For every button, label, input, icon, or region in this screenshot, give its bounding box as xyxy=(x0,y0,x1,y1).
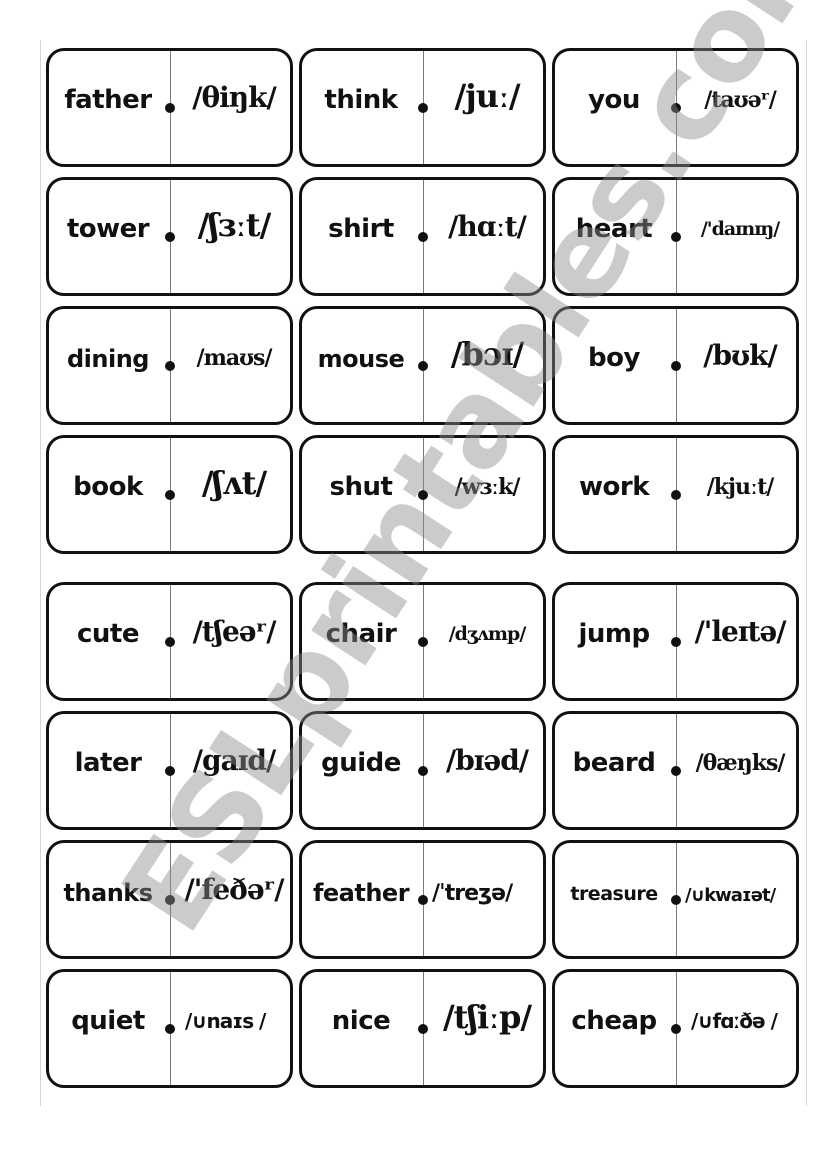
card-ipa: /'daɪnɪŋ/ xyxy=(700,218,780,240)
card-ipa: /ʃʌt/ xyxy=(201,464,267,502)
domino-card[interactable]: you/taʊəʳ/ xyxy=(552,48,799,167)
card-ipa: /bɪəd/ xyxy=(445,744,529,777)
card-word: cheap xyxy=(571,1006,657,1036)
card-ipa: /∪kwaɪət/ xyxy=(685,885,776,906)
domino-card[interactable]: cute/tʃeəʳ/ xyxy=(46,582,293,701)
domino-card[interactable]: think/juː/ xyxy=(299,48,546,167)
card-word: feather xyxy=(312,879,410,907)
domino-card[interactable]: book/ʃʌt/ xyxy=(46,435,293,554)
card-ipa: /ʃɜːt/ xyxy=(197,206,272,244)
card-ipa: /tʃiːp/ xyxy=(442,998,532,1036)
card-ipa: /tʃeəʳ/ xyxy=(192,615,277,648)
card-word: dining xyxy=(67,345,149,373)
card-word: quiet xyxy=(71,1006,145,1036)
domino-card[interactable]: later/gaɪd/ xyxy=(46,711,293,830)
card-word: nice xyxy=(331,1006,391,1036)
domino-card[interactable]: beard/θæŋks/ xyxy=(552,711,799,830)
domino-card[interactable]: guide/bɪəd/ xyxy=(299,711,546,830)
domino-card[interactable]: boy/bʊk/ xyxy=(552,306,799,425)
card-ipa: /dʒʌmp/ xyxy=(448,623,527,645)
domino-card[interactable]: quiet /∪naɪs / xyxy=(46,969,293,1088)
domino-panel-top: father/θiŋk/ think/juː/ you/taʊəʳ/ tower… xyxy=(46,48,800,554)
card-word: thanks xyxy=(63,879,153,907)
card-word: work xyxy=(579,472,650,502)
card-ipa: /ˈtreʒə/ xyxy=(432,881,513,906)
domino-card[interactable]: jump /'leɪtə/ xyxy=(552,582,799,701)
card-word: guide xyxy=(321,748,401,778)
card-ipa: /wɜːk/ xyxy=(454,474,521,500)
domino-card[interactable]: cheap /∪fɑːðə / xyxy=(552,969,799,1088)
card-ipa: /θæŋks/ xyxy=(695,750,786,776)
card-ipa: /θiŋk/ xyxy=(192,81,277,114)
domino-grid-top: father/θiŋk/ think/juː/ you/taʊəʳ/ tower… xyxy=(46,48,800,554)
domino-panel-bottom: cute/tʃeəʳ/ chair/dʒʌmp/ jump /'leɪtə/ la… xyxy=(46,582,800,1088)
domino-card[interactable]: tower/ʃɜːt/ xyxy=(46,177,293,296)
card-ipa: /juː/ xyxy=(454,77,520,115)
domino-card[interactable]: shut/wɜːk/ xyxy=(299,435,546,554)
domino-card[interactable]: feather/ˈtreʒə/ xyxy=(299,840,546,959)
card-ipa: /bʊk/ xyxy=(703,339,777,372)
domino-card[interactable]: heart /'daɪnɪŋ/ xyxy=(552,177,799,296)
card-word: shirt xyxy=(328,214,394,244)
page-edge-right xyxy=(806,40,807,1106)
card-word: boy xyxy=(588,343,640,373)
domino-card[interactable]: nice/tʃiːp/ xyxy=(299,969,546,1088)
domino-card[interactable]: treasure /∪kwaɪət/ xyxy=(552,840,799,959)
card-word: heart xyxy=(575,214,653,244)
card-ipa: /∪fɑːðə / xyxy=(691,1009,778,1033)
card-ipa: /'feðəʳ/ xyxy=(184,873,285,906)
card-ipa: /∪naɪs / xyxy=(185,1009,266,1033)
card-word: you xyxy=(588,85,640,115)
card-word: think xyxy=(324,85,398,115)
card-word: father xyxy=(64,85,152,115)
domino-card[interactable]: shirt/hɑːt/ xyxy=(299,177,546,296)
card-word: treasure xyxy=(570,883,658,905)
card-word: later xyxy=(74,748,142,778)
card-word: shut xyxy=(329,472,393,502)
card-word: book xyxy=(73,472,143,502)
domino-grid-bottom: cute/tʃeəʳ/ chair/dʒʌmp/ jump /'leɪtə/ la… xyxy=(46,582,800,1088)
card-ipa: /kjuːt/ xyxy=(706,474,775,500)
domino-card[interactable]: mouse/bɔɪ/ xyxy=(299,306,546,425)
domino-card[interactable]: father/θiŋk/ xyxy=(46,48,293,167)
domino-card[interactable]: chair/dʒʌmp/ xyxy=(299,582,546,701)
card-word: mouse xyxy=(317,345,405,373)
domino-card[interactable]: dining/maʊs/ xyxy=(46,306,293,425)
domino-card[interactable]: work/kjuːt/ xyxy=(552,435,799,554)
card-word: beard xyxy=(572,748,656,778)
card-ipa: /bɔɪ/ xyxy=(450,335,524,373)
card-ipa: /maʊs/ xyxy=(196,345,273,371)
card-ipa: /taʊəʳ/ xyxy=(704,87,777,113)
card-ipa: /gaɪd/ xyxy=(192,744,276,777)
card-word: chair xyxy=(325,619,397,649)
domino-card[interactable]: thanks /'feðəʳ/ xyxy=(46,840,293,959)
card-ipa: /'leɪtə/ xyxy=(694,615,787,648)
card-word: jump xyxy=(578,619,650,649)
page-edge-left xyxy=(40,40,41,1106)
card-word: tower xyxy=(66,214,150,244)
card-ipa: /hɑːt/ xyxy=(448,210,527,243)
card-word: cute xyxy=(77,619,139,649)
